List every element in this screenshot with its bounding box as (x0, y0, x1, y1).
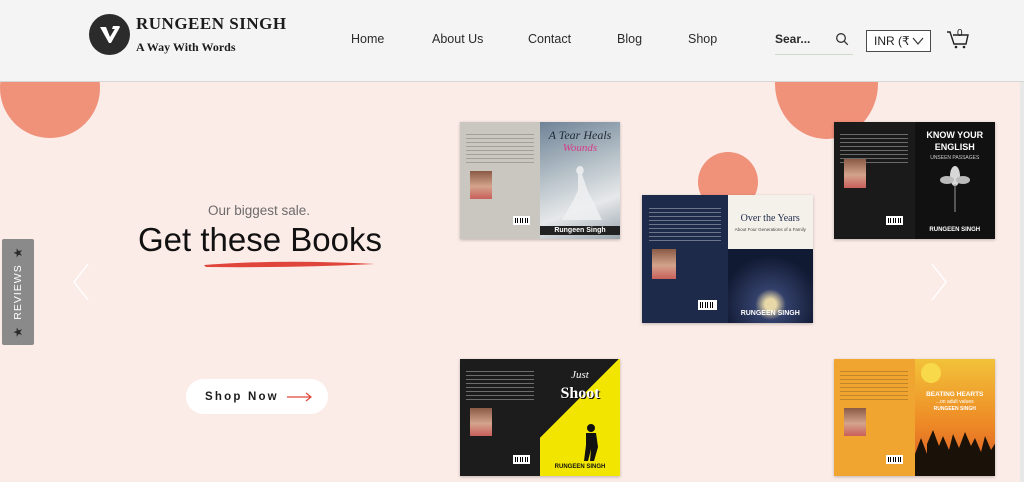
book-cover-just-shoot[interactable]: Just Shoot RUNGEEN SINGH (460, 359, 620, 476)
search-icon[interactable] (835, 32, 849, 46)
headline-underlined-word: these (200, 221, 282, 258)
figure-silhouette-icon (584, 424, 598, 461)
brand-tagline: A Way With Words (136, 40, 236, 54)
star-icon: ★ (11, 325, 25, 338)
hero-subtitle: Our biggest sale. (208, 203, 311, 218)
author-photo (652, 248, 677, 280)
forest-silhouette-icon (914, 430, 995, 476)
nav-contact[interactable]: Contact (528, 32, 571, 46)
barcode (698, 299, 718, 311)
book-front: Just Shoot RUNGEEN SINGH (540, 359, 620, 476)
book-title-line2: Shoot (560, 385, 600, 402)
star-icon: ★ (11, 246, 25, 259)
book-cover-over-the-years[interactable]: Over the Years About Four Generations of… (642, 195, 813, 323)
reviews-label: REVIEWS (12, 264, 24, 320)
book-subtitle: About Four Generations of a Family (734, 227, 806, 232)
flower-icon (939, 166, 970, 212)
book-cover-know-your-english[interactable]: KNOW YOUR ENGLISH UNSEEN PASSAGES RUNGEE… (834, 122, 995, 239)
page-bottom-strip (0, 482, 1024, 500)
author-photo (843, 159, 867, 188)
book-author: RUNGEEN SINGH (933, 406, 976, 412)
book-title: A Tear Heals (548, 128, 612, 142)
book-title: BEATING HEARTS (926, 391, 984, 398)
book-front: KNOW YOUR ENGLISH UNSEEN PASSAGES RUNGEE… (914, 122, 995, 239)
author-photo (469, 171, 492, 200)
barcode (885, 215, 904, 225)
book-author: RUNGEEN SINGH (929, 227, 981, 233)
headline-underline (204, 261, 375, 268)
blurb-text (466, 370, 534, 404)
nav-about-us[interactable]: About Us (432, 32, 483, 46)
book-author: RUNGEEN SINGH (554, 464, 606, 470)
hero-slider: Our biggest sale. Get these Books Shop N… (0, 82, 1024, 482)
next-arrow-icon[interactable] (930, 262, 948, 302)
book-back (834, 359, 915, 476)
book-cover-a-tear-heals-wounds[interactable]: A Tear Heals Wounds Rungeen Singh (460, 122, 620, 239)
book-author: Rungeen Singh (540, 226, 620, 235)
nav-home[interactable]: Home (351, 32, 384, 46)
book-title: KNOW YOUR (926, 130, 984, 140)
book-cover-beating-hearts[interactable]: BEATING HEARTS ...on adult values RUNGEE… (834, 359, 995, 476)
book-back (642, 195, 728, 323)
blurb-text (466, 133, 534, 167)
sun-shape (920, 363, 941, 383)
book-subtitle: ...on adult values (935, 399, 974, 405)
author-photo (843, 408, 867, 437)
search-input[interactable]: Sear... (775, 32, 810, 46)
currency-select[interactable]: INR (₹ (866, 30, 931, 52)
book-back (460, 359, 540, 476)
cart-count: 0 (957, 28, 963, 39)
headline-prefix: Get (138, 221, 201, 258)
author-photo (469, 408, 492, 437)
book-front: Over the Years About Four Generations of… (727, 195, 813, 323)
shop-now-button[interactable]: Shop Now (186, 379, 328, 414)
page-scrollbar[interactable] (1020, 82, 1024, 482)
book-back (460, 122, 540, 239)
book-title: Just (571, 369, 589, 381)
book-subtitle: UNSEEN PASSAGES (930, 155, 980, 161)
blurb-text (840, 370, 909, 404)
chevron-down-icon (912, 37, 924, 45)
hero-headline: Get these Books (138, 221, 382, 259)
book-title-line2: ENGLISH (934, 142, 975, 152)
barcode (512, 454, 531, 465)
site-header: RUNGEEN SINGH A Way With Words Home Abou… (0, 0, 1024, 82)
nav-blog[interactable]: Blog (617, 32, 642, 46)
woman-figure-icon (562, 166, 602, 220)
barcode (885, 454, 904, 465)
blurb-text (648, 207, 721, 244)
currency-value: INR (₹ (874, 34, 910, 48)
brand-name[interactable]: RUNGEEN SINGH (136, 14, 287, 34)
decor-circle-left (0, 82, 100, 138)
book-title: Over the Years (740, 213, 800, 224)
book-front: A Tear Heals Wounds Rungeen Singh (540, 122, 620, 239)
book-front: BEATING HEARTS ...on adult values RUNGEE… (914, 359, 995, 476)
nav-shop[interactable]: Shop (688, 32, 717, 46)
shop-now-label: Shop Now (205, 390, 279, 403)
reviews-tab-content: ★ REVIEWS ★ (11, 247, 25, 338)
logo-icon[interactable] (89, 14, 130, 55)
prev-arrow-icon[interactable] (72, 262, 90, 302)
book-back (834, 122, 915, 239)
book-title-line2: Wounds (562, 142, 598, 154)
arrow-right-icon (286, 392, 312, 401)
reviews-tab[interactable]: ★ REVIEWS ★ (2, 239, 34, 345)
barcode (512, 215, 531, 225)
book-author: RUNGEEN SINGH (740, 310, 800, 317)
search-underline (775, 54, 853, 55)
headline-suffix: Books (281, 221, 382, 258)
